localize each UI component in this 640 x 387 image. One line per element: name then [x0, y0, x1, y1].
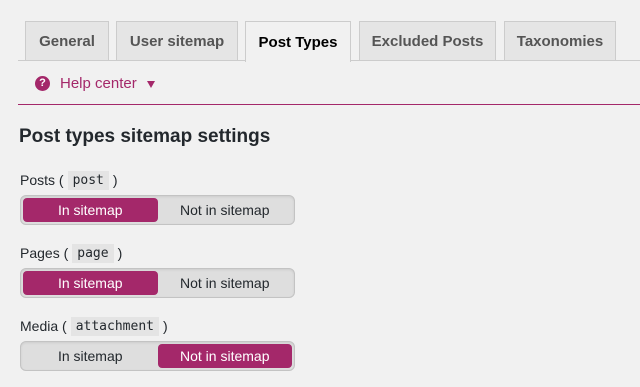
caret-down-icon	[146, 80, 155, 88]
not-in-sitemap-option[interactable]: Not in sitemap	[158, 271, 293, 295]
setting-label: Media (attachment)	[20, 316, 168, 336]
not-in-sitemap-option[interactable]: Not in sitemap	[157, 344, 292, 368]
tab-taxonomies[interactable]: Taxonomies	[504, 21, 616, 60]
help-center-label: Help center	[60, 74, 137, 92]
help-center-toggle[interactable]: ? Help center	[35, 72, 155, 94]
in-sitemap-option[interactable]: In sitemap	[23, 271, 158, 295]
help-divider	[18, 104, 640, 105]
question-circle-icon: ?	[35, 75, 50, 91]
in-sitemap-option[interactable]: In sitemap	[23, 198, 158, 222]
sitemap-toggle-pages: In sitemap Not in sitemap	[20, 268, 295, 298]
post-type-code: page	[72, 243, 114, 263]
setting-label: Pages (page)	[20, 243, 123, 263]
setting-label-text: Pages	[20, 245, 60, 261]
tab-post-types[interactable]: Post Types	[245, 21, 351, 62]
not-in-sitemap-option[interactable]: Not in sitemap	[158, 198, 293, 222]
post-type-code: post	[67, 170, 109, 190]
page-title: Post types sitemap settings	[19, 126, 271, 147]
setting-pages: Pages (page) In sitemap Not in sitemap	[20, 241, 295, 298]
sitemap-toggle-media: In sitemap Not in sitemap	[20, 341, 295, 371]
setting-label-text: Media	[20, 318, 59, 334]
tab-general[interactable]: General	[25, 21, 109, 60]
in-sitemap-option[interactable]: In sitemap	[23, 344, 158, 368]
post-type-code: attachment	[70, 316, 159, 336]
setting-label-text: Posts	[20, 172, 56, 188]
setting-label: Posts (post)	[20, 170, 118, 190]
tab-user-sitemap[interactable]: User sitemap	[116, 21, 238, 60]
tab-excluded-posts[interactable]: Excluded Posts	[359, 21, 496, 60]
sitemap-toggle-posts: In sitemap Not in sitemap	[20, 195, 295, 225]
setting-posts: Posts (post) In sitemap Not in sitemap	[20, 168, 295, 225]
setting-media: Media (attachment) In sitemap Not in sit…	[20, 314, 295, 371]
settings-tabs: General User sitemap Post Types Excluded…	[0, 0, 640, 62]
